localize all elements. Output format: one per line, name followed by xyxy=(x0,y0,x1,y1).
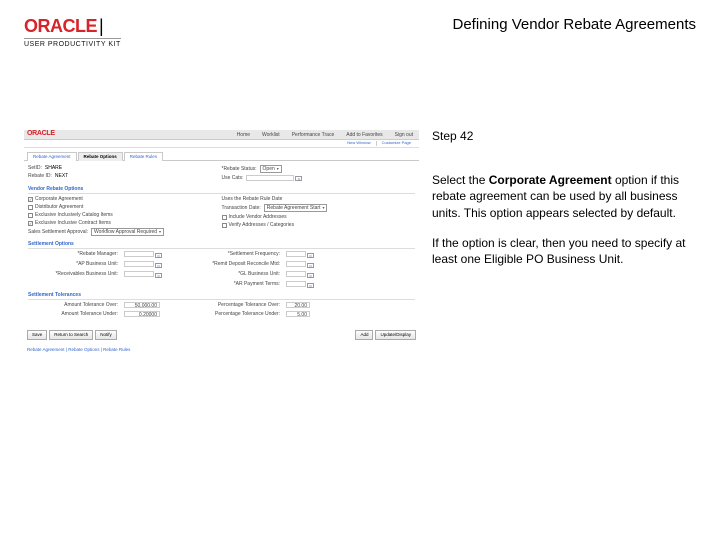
lookup-icon[interactable]: Q xyxy=(307,283,314,288)
setid-value: SHARE xyxy=(45,165,62,171)
bottom-breadcrumb[interactable]: Rebate Agreement | Rebate Options | Reba… xyxy=(27,347,416,352)
instruction-paragraph-1: Select the Corporate Agreement option if… xyxy=(432,172,688,221)
topnav-link[interactable]: Home xyxy=(237,132,250,138)
lookup-icon[interactable]: Q xyxy=(155,263,162,268)
approval-label: Sales Settlement Approval: xyxy=(28,229,91,235)
subnav-link[interactable]: New Window xyxy=(347,141,376,146)
contract-items-checkbox[interactable] xyxy=(28,221,33,226)
ar-payment-terms-input[interactable] xyxy=(286,281,306,287)
section-settlement-options: Settlement Options xyxy=(28,241,415,249)
add-button[interactable]: Add xyxy=(355,330,373,339)
lookup-icon[interactable]: Q xyxy=(307,263,314,268)
pct-tol-under-label: Percentage Tolerance Under: xyxy=(180,311,280,318)
topnav-link[interactable]: Performance Trace xyxy=(292,132,335,138)
pct-tol-under-input[interactable]: 5.00 xyxy=(286,311,310,317)
section-vendor-options: Vendor Rebate Options xyxy=(28,186,415,194)
page-title: Defining Vendor Rebate Agreements xyxy=(453,16,697,33)
brand-subtitle: USER PRODUCTIVITY KIT xyxy=(24,38,121,48)
usecats-label: Use Cats: xyxy=(222,175,247,181)
distributor-agreement-label: Distributor Agreement xyxy=(35,204,83,210)
corporate-agreement-checkbox[interactable] xyxy=(28,197,33,202)
oracle-logo: ORACLE| xyxy=(24,16,121,37)
include-addresses-checkbox[interactable] xyxy=(222,215,227,220)
tab-rebate-rules[interactable]: Rebate Rules xyxy=(124,152,163,161)
trans-date-select[interactable]: Rebate Agreement Start xyxy=(264,204,328,212)
tab-rebate-options[interactable]: Rebate Options xyxy=(78,152,123,161)
trans-date-label: Transaction Date: xyxy=(222,205,264,211)
lookup-icon[interactable]: Q xyxy=(155,273,162,278)
brand-block: ORACLE| USER PRODUCTIVITY KIT xyxy=(24,16,121,48)
contract-items-label: Exclusive Inclusive Contract Items xyxy=(35,220,111,226)
options-panel: SetID:SHARE Rebate ID:NEXT *Rebate Statu… xyxy=(24,160,419,324)
app-oracle-logo: ORACLE xyxy=(27,130,55,138)
app-topbar: ORACLE Home Worklist Performance Trace A… xyxy=(24,130,419,140)
rebate-manager-input[interactable] xyxy=(124,251,154,257)
instruction-paragraph-2: If the option is clear, then you need to… xyxy=(432,235,688,267)
lookup-icon[interactable]: Q xyxy=(155,253,162,258)
lookup-icon[interactable]: Q xyxy=(295,176,302,181)
ap-bu-label: *AP Business Unit: xyxy=(28,261,118,269)
verify-addresses-label: Verify Addresses / Categories xyxy=(229,222,295,228)
catalog-items-checkbox[interactable] xyxy=(28,213,33,218)
topnav-link[interactable]: Add to Favorites xyxy=(346,132,382,138)
return-button[interactable]: Return to Search xyxy=(49,330,93,339)
amt-tol-under-input[interactable]: 0.20000 xyxy=(124,311,160,317)
approval-select[interactable]: Workflow Approval Required xyxy=(91,228,164,236)
step-label: Step 42 xyxy=(432,128,688,144)
amt-tol-over-label: Amount Tolerance Over: xyxy=(28,302,118,309)
rebate-manager-label: *Rebate Manager: xyxy=(28,251,118,259)
reconcile-mtd-label: *Remit Deposit Reconcile Mtd: xyxy=(180,261,280,269)
include-addresses-label: Include Vendor Addresses xyxy=(229,214,287,220)
notify-button[interactable]: Notify xyxy=(95,330,117,339)
gl-bu-input[interactable] xyxy=(286,271,306,277)
tab-rebate-agreement[interactable]: Rebate Agreement xyxy=(27,152,77,161)
settlement-freq-input[interactable] xyxy=(286,251,306,257)
ap-bu-input[interactable] xyxy=(124,261,154,267)
subnav-link[interactable]: Customize Page xyxy=(382,141,416,146)
distributor-agreement-checkbox[interactable] xyxy=(28,205,33,210)
receivables-bu-label: *Receivables Business Unit: xyxy=(28,271,118,279)
catalog-items-label: Exclusive Inclusively Catalog Items xyxy=(35,212,113,218)
rebateid-value: NEXT xyxy=(55,173,68,179)
lookup-icon[interactable]: Q xyxy=(307,253,314,258)
app-screenshot: ORACLE Home Worklist Performance Trace A… xyxy=(24,130,419,410)
pct-tol-over-label: Percentage Tolerance Over: xyxy=(180,302,280,309)
ar-payment-terms-label: *AR Payment Terms: xyxy=(180,281,280,289)
corporate-agreement-label: Corporate Agreement xyxy=(35,196,83,202)
save-button[interactable]: Save xyxy=(27,330,47,339)
status-select[interactable]: Open xyxy=(260,165,282,173)
section-settlement-tolerances: Settlement Tolerances xyxy=(28,292,415,300)
rebateid-label: Rebate ID: xyxy=(28,173,55,179)
instructions-panel: Step 42 Select the Corporate Agreement o… xyxy=(432,128,688,281)
update-display-button[interactable]: Update/Display xyxy=(375,330,416,339)
status-label: *Rebate Status: xyxy=(222,166,260,172)
pct-tol-over-input[interactable]: 20.00 xyxy=(286,302,310,308)
setid-label: SetID: xyxy=(28,165,45,171)
receivables-bu-input[interactable] xyxy=(124,271,154,277)
verify-addresses-checkbox[interactable] xyxy=(222,223,227,228)
app-subnav: New Window Customize Page xyxy=(24,140,419,148)
settlement-freq-label: *Settlement Frequency: xyxy=(180,251,280,259)
amt-tol-under-label: Amount Tolerance Under: xyxy=(28,311,118,318)
topnav-link[interactable]: Worklist xyxy=(262,132,280,138)
amt-tol-over-input[interactable]: 50,000.00 xyxy=(124,302,160,308)
lookup-icon[interactable]: Q xyxy=(307,273,314,278)
reconcile-mtd-input[interactable] xyxy=(286,261,306,267)
rebate-rule-date-label: Uses the Rebate Rule Date xyxy=(222,196,283,202)
gl-bu-label: *GL Business Unit: xyxy=(180,271,280,279)
topnav-link[interactable]: Sign out xyxy=(395,132,413,138)
usecats-input[interactable] xyxy=(246,175,294,181)
